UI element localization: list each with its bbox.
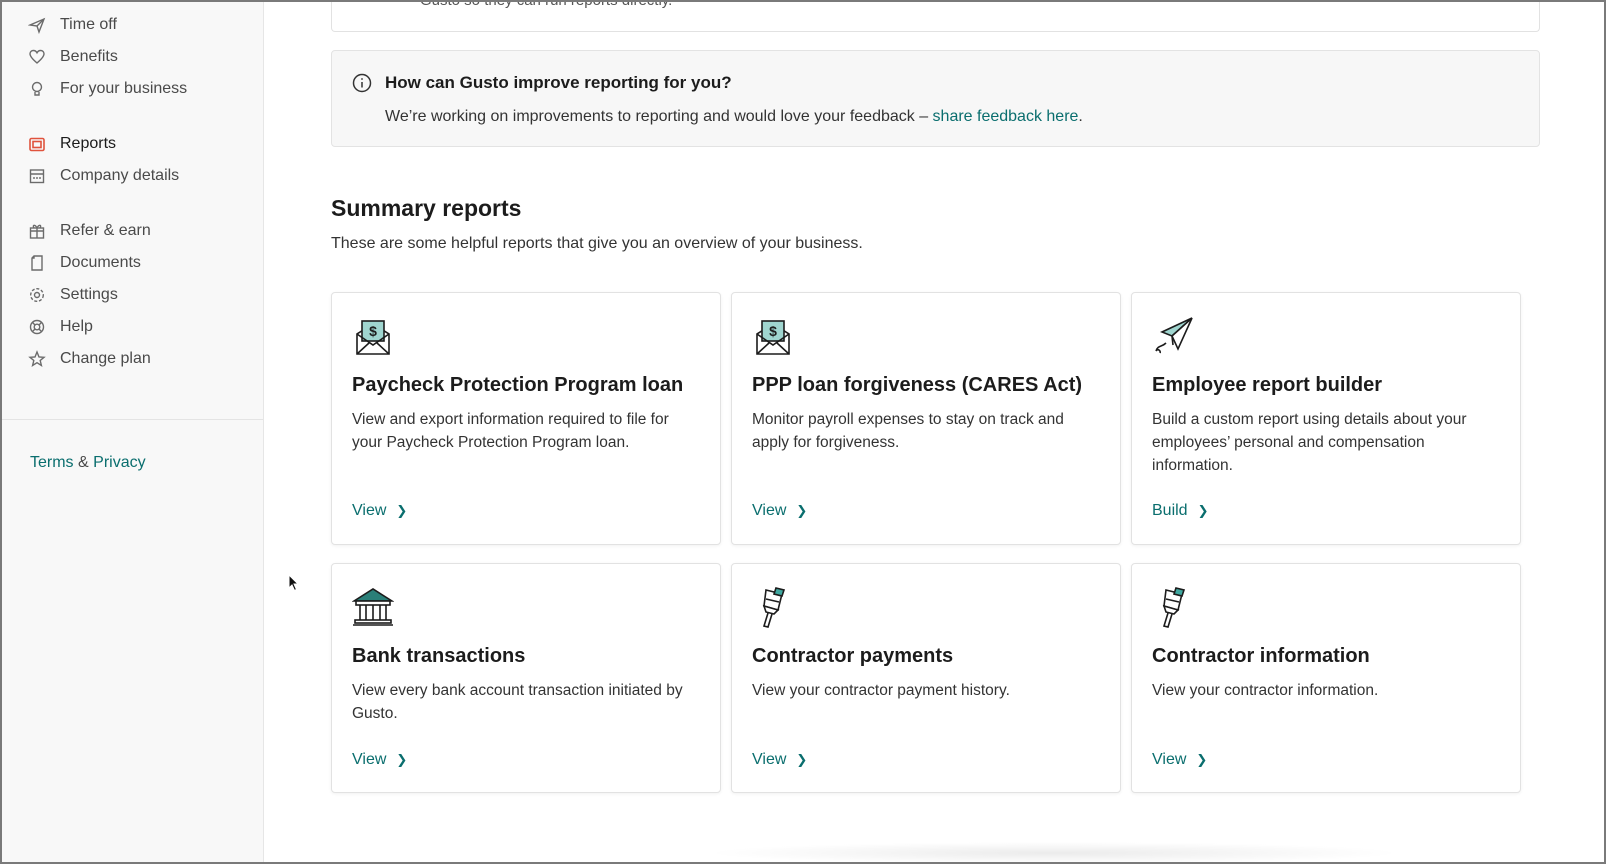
sidebar-item-for-your-business[interactable]: For your business [28,76,187,102]
top-card-text: Gusto so they can run reports directly. [420,0,673,9]
mouse-cursor-icon [288,574,300,592]
card-description: Monitor payroll expenses to stay on trac… [752,411,1064,451]
card-title: PPP loan forgiveness (CARES Act) [752,374,1083,396]
sidebar-item-benefits[interactable]: Benefits [28,44,118,70]
section-subtitle: These are some helpful reports that give… [331,235,863,252]
gift-icon [28,222,46,240]
report-card-ppp-loan[interactable]: $ Paycheck Protection Program loan View … [331,292,721,545]
chevron-right-icon: ❯ [396,752,408,767]
sidebar-item-label: Documents [60,254,141,271]
card-title: Bank transactions [352,645,526,667]
card-description: View your contractor payment history. [752,682,1010,699]
feedback-banner: How can Gusto improve reporting for you?… [331,50,1540,147]
sidebar-item-label: Reports [60,135,117,152]
sidebar-divider [2,419,263,420]
chevron-right-icon: ❯ [1197,503,1209,518]
sidebar-item-refer-earn[interactable]: Refer & earn [28,218,151,244]
feedback-suffix: . [1078,108,1083,125]
money-envelope-icon: $ [752,315,794,357]
report-card-bank-transactions[interactable]: Bank transactions View every bank accoun… [331,563,721,793]
bank-icon [351,586,395,628]
sidebar-item-company-details[interactable]: Company details [28,163,179,189]
view-link[interactable]: View ❯ [752,751,807,769]
feedback-title: How can Gusto improve reporting for you? [385,73,732,92]
report-card-ppp-forgiveness[interactable]: $ PPP loan forgiveness (CARES Act) Monit… [731,292,1121,545]
report-card-employee-builder[interactable]: Employee report builder Build a custom r… [1131,292,1521,545]
card-description: View and export information required to … [352,411,669,451]
view-link[interactable]: View ❯ [1152,751,1207,769]
sidebar-item-label: Time off [60,16,117,33]
share-feedback-link[interactable]: share feedback here [933,108,1079,125]
feedback-body: We’re working on improvements to reporti… [385,108,933,125]
scroll-shadow [704,842,1404,864]
lightbulb-icon [28,80,46,98]
terms-link[interactable]: Terms [30,454,74,471]
folder-icon [28,135,46,153]
sidebar: Time off Benefits For your business Repo… [2,2,264,862]
sidebar-item-label: For your business [60,80,188,97]
terms-ampersand: & [78,454,89,471]
link-label: View [1152,751,1187,768]
link-label: View [352,502,387,519]
link-label: View [352,751,387,768]
lifebuoy-icon [28,318,46,336]
card-title: Contractor payments [752,645,954,667]
card-description: View your contractor information. [1152,682,1379,699]
sidebar-item-documents[interactable]: Documents [28,250,141,276]
feedback-text: We’re working on improvements to reporti… [385,108,1083,126]
paper-plane-icon [1152,315,1194,357]
gear-icon [28,286,46,304]
building-icon [28,167,46,185]
paintbrush-icon [752,586,794,628]
sidebar-item-label: Refer & earn [60,222,151,239]
svg-text:$: $ [769,323,777,339]
info-icon [352,73,372,93]
view-link[interactable]: View ❯ [352,502,407,520]
money-envelope-icon: $ [352,315,394,357]
link-label: View [752,502,787,519]
svg-text:$: $ [369,323,377,339]
chevron-right-icon: ❯ [796,503,808,518]
view-link[interactable]: View ❯ [752,502,807,520]
sidebar-item-settings[interactable]: Settings [28,282,118,308]
chevron-right-icon: ❯ [1196,752,1208,767]
heart-icon [28,48,46,66]
build-link[interactable]: Build ❯ [1152,502,1208,520]
sidebar-item-label: Company details [60,167,180,184]
card-title: Contractor information [1152,645,1370,667]
report-card-contractor-payments[interactable]: Contractor payments View your contractor… [731,563,1121,793]
section-title: Summary reports [331,195,522,221]
sidebar-item-help[interactable]: Help [28,314,93,340]
card-description: View every bank account transaction init… [352,682,683,722]
chevron-right-icon: ❯ [396,503,408,518]
view-link[interactable]: View ❯ [352,751,407,769]
sidebar-item-label: Benefits [60,48,118,65]
sidebar-item-reports[interactable]: Reports [28,131,116,157]
chevron-right-icon: ❯ [796,752,808,767]
card-title: Employee report builder [1152,374,1383,396]
sidebar-item-time-off[interactable]: Time off [28,12,117,38]
main-content: Gusto so they can run reports directly. … [264,0,1604,864]
paintbrush-icon [1152,586,1194,628]
link-label: View [752,751,787,768]
star-icon [28,350,46,368]
privacy-link[interactable]: Privacy [93,454,145,471]
document-icon [28,254,46,272]
report-card-contractor-information[interactable]: Contractor information View your contrac… [1131,563,1521,793]
sidebar-item-label: Settings [60,286,118,303]
link-label: Build [1152,502,1188,519]
top-card: Gusto so they can run reports directly. [331,0,1540,32]
terms-privacy: Terms & Privacy [30,454,146,472]
card-description: Build a custom report using details abou… [1152,411,1467,474]
sidebar-item-label: Help [60,318,93,335]
sidebar-item-label: Change plan [60,350,151,367]
sidebar-item-change-plan[interactable]: Change plan [28,346,151,372]
plane-icon [28,16,46,34]
card-title: Paycheck Protection Program loan [352,374,684,396]
